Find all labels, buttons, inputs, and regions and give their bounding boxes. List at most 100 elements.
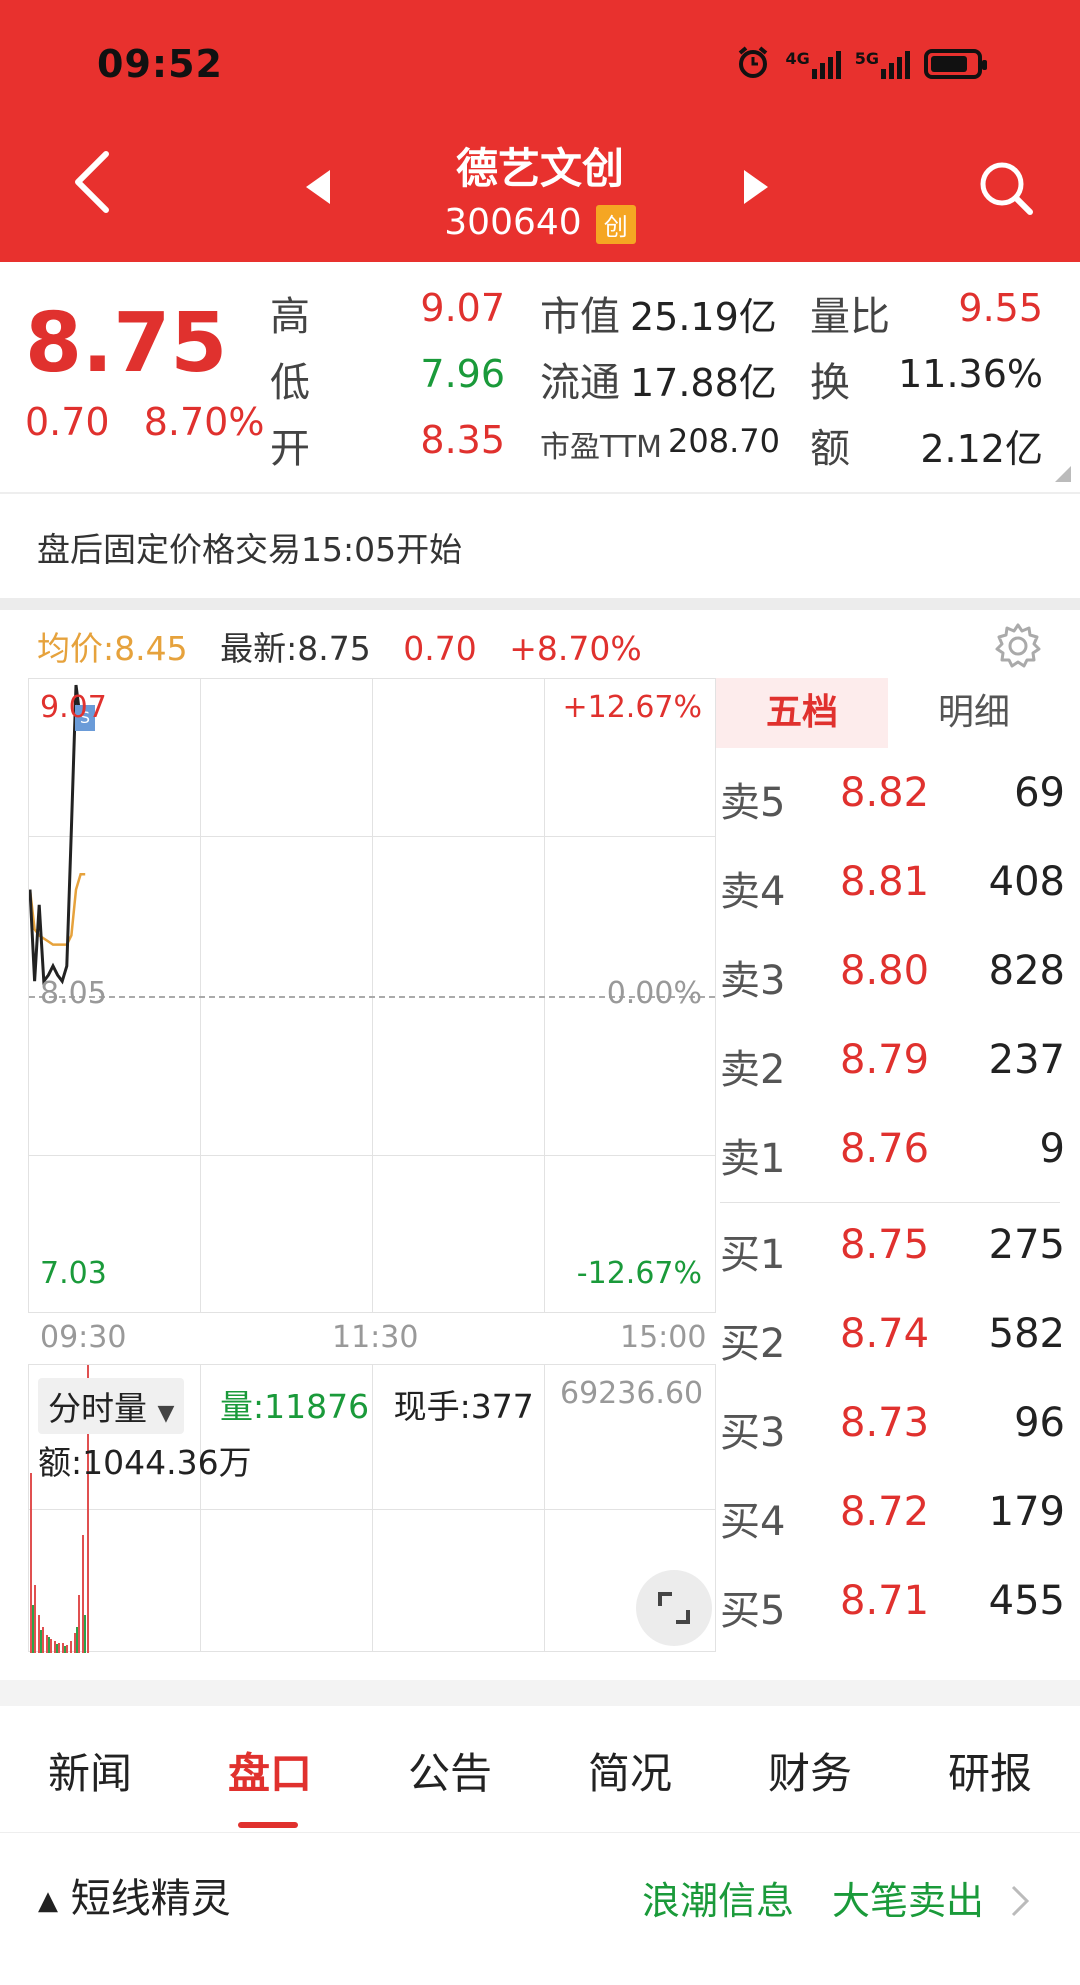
pct-mid-label: 0.00% [606, 976, 702, 1011]
buy-row[interactable]: 买1 8.75 275 [720, 1222, 1065, 1282]
float-value: 17.88亿 [630, 361, 777, 405]
volume-bar [76, 1627, 78, 1653]
change-value: 0.70 [25, 400, 110, 444]
sell-row[interactable]: 卖2 8.79 237 [720, 1037, 1065, 1097]
volume-bar [48, 1637, 50, 1653]
latest-label: 最新: [220, 629, 298, 668]
next-stock-icon[interactable] [742, 170, 768, 208]
current-price: 8.75 [25, 296, 228, 391]
status-time: 09:52 [97, 42, 223, 86]
tab-details[interactable]: 明细 [888, 678, 1060, 748]
sell-level-label: 卖3 [720, 958, 786, 1004]
sell-volume: 69 [1014, 770, 1065, 816]
y-top-label: 9.07 [40, 690, 107, 725]
sell-price: 8.82 [840, 770, 930, 816]
chart-change-pct: +8.70% [509, 629, 642, 668]
sell-row[interactable]: 卖4 8.81 408 [720, 859, 1065, 919]
buy-price: 8.75 [840, 1222, 930, 1268]
turnover-amount-value: 1044.36万 [82, 1443, 252, 1482]
section-divider [0, 1680, 1080, 1706]
sell-row[interactable]: 卖1 8.76 9 [720, 1126, 1065, 1186]
short-line-label: 短线精灵 [70, 1876, 231, 1922]
fullscreen-button[interactable] [636, 1570, 712, 1646]
sell-price: 8.80 [840, 948, 930, 994]
pct-top-label: +12.67% [562, 690, 702, 725]
buy-volume: 96 [1014, 1400, 1065, 1446]
settings-gear-icon[interactable] [994, 622, 1042, 674]
price-change: 0.70 8.70% [25, 400, 264, 444]
buy-price: 8.73 [840, 1400, 930, 1446]
volume-selector[interactable]: 分时量 ▼ [38, 1378, 185, 1434]
buy-volume: 179 [988, 1489, 1065, 1535]
alert-action: 大笔卖出 [832, 1879, 985, 1923]
chart-change: 0.70 [403, 629, 477, 668]
sell-volume: 9 [1039, 1126, 1065, 1172]
buy-level-label: 买1 [720, 1232, 786, 1278]
volume-bar [40, 1630, 42, 1653]
pe-label: 市盈TTM [540, 430, 663, 465]
tab-0[interactable]: 新闻 [0, 1740, 180, 1801]
stock-name: 德艺文创 [455, 144, 624, 193]
sell-row[interactable]: 卖5 8.82 69 [720, 770, 1065, 830]
buy-level-label: 买3 [720, 1410, 786, 1456]
volume-value: 11876 [264, 1387, 370, 1426]
pct-bottom-label: -12.67% [576, 1256, 702, 1291]
volume-bar [34, 1585, 36, 1653]
volume-bar [30, 1473, 32, 1653]
buy-volume: 582 [988, 1311, 1065, 1357]
tab-1[interactable]: 盘口 [180, 1740, 360, 1801]
volume-bar [32, 1605, 34, 1653]
tab-3[interactable]: 简况 [540, 1740, 720, 1801]
divider [0, 492, 1080, 494]
alert-stock-name[interactable]: 浪潮信息 [642, 1870, 794, 1925]
sell-level-label: 卖2 [720, 1047, 786, 1093]
pe-value: 208.70 [668, 422, 780, 460]
y-mid-label: 8.05 [40, 976, 107, 1011]
volume-max-label: 69236.60 [560, 1376, 704, 1411]
chevron-right-icon[interactable] [1010, 1884, 1030, 1922]
buy-price: 8.72 [840, 1489, 930, 1535]
volume-bar [58, 1643, 60, 1653]
time-mid-label: 11:30 [332, 1320, 419, 1355]
expand-corner-icon[interactable] [1055, 466, 1071, 486]
volume-bar [62, 1643, 64, 1653]
sell-price: 8.76 [840, 1126, 930, 1172]
time-start-label: 09:30 [40, 1320, 127, 1355]
open-value: 8.35 [420, 418, 505, 462]
tab-five-levels[interactable]: 五档 [716, 678, 888, 748]
tab-5[interactable]: 研报 [900, 1740, 1080, 1801]
buy-row[interactable]: 买5 8.71 455 [720, 1578, 1065, 1638]
search-icon[interactable] [978, 160, 1034, 220]
buy-row[interactable]: 买3 8.73 96 [720, 1400, 1065, 1460]
sell-price: 8.81 [840, 859, 930, 905]
volume-bar [78, 1595, 80, 1653]
buy-level-label: 买5 [720, 1588, 786, 1634]
volume-selector-label: 分时量 [48, 1389, 147, 1428]
divider [0, 1832, 1080, 1833]
tab-2[interactable]: 公告 [360, 1740, 540, 1801]
buy-row[interactable]: 买4 8.72 179 [720, 1489, 1065, 1549]
tab-4[interactable]: 财务 [720, 1740, 900, 1801]
buy-price: 8.74 [840, 1311, 930, 1357]
volratio-value: 9.55 [958, 286, 1043, 330]
amount-label: 额 [810, 426, 850, 472]
volume-bar [66, 1645, 68, 1653]
short-line-sprite[interactable]: ▲ 短线精灵 [38, 1866, 231, 1924]
change-percent: 8.70% [143, 400, 265, 444]
low-label: 低 [270, 360, 310, 406]
buy-row[interactable]: 买2 8.74 582 [720, 1311, 1065, 1371]
collapse-triangle-icon: ▲ [38, 1886, 58, 1916]
volratio-label: 量比 [810, 294, 890, 340]
mktcap-value: 25.19亿 [630, 295, 777, 339]
status-icons: 4G 5G [735, 44, 987, 84]
y-bottom-label: 7.03 [40, 1256, 107, 1291]
buy-level-label: 买4 [720, 1499, 786, 1545]
latest-value: 8.75 [297, 629, 371, 668]
turnover-amount-label: 额: [38, 1443, 83, 1482]
header-bar: 09:52 4G 5G 德艺文创 300640 创 [0, 0, 1080, 262]
chart-header: 均价:8.45 最新:8.75 0.70 +8.70% [37, 622, 642, 670]
sell-row[interactable]: 卖3 8.80 828 [720, 948, 1065, 1008]
board-badge: 创 [595, 204, 636, 244]
active-tab-indicator [238, 1822, 298, 1828]
sell-price: 8.79 [840, 1037, 930, 1083]
